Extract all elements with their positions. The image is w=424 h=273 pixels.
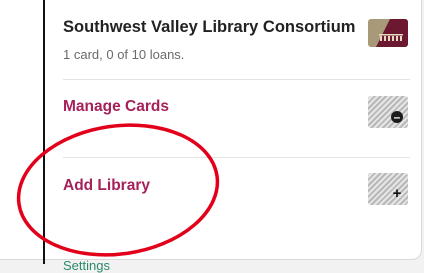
- library-logo: [368, 19, 408, 47]
- add-library-link[interactable]: Add Library: [63, 177, 150, 195]
- add-library-button[interactable]: +: [368, 173, 408, 205]
- manage-cards-button[interactable]: –: [368, 96, 408, 128]
- divider: [63, 157, 410, 158]
- sidebar-border: [43, 0, 45, 264]
- plus-icon: +: [392, 185, 402, 202]
- library-summary: 1 card, 0 of 10 loans.: [63, 47, 185, 62]
- library-panel: [0, 0, 422, 260]
- minus-circle-icon: –: [391, 111, 403, 123]
- manage-cards-link[interactable]: Manage Cards: [63, 98, 169, 116]
- settings-link-peek[interactable]: Settings: [63, 258, 110, 273]
- divider: [63, 79, 410, 80]
- library-name[interactable]: Southwest Valley Library Consortium: [63, 18, 355, 37]
